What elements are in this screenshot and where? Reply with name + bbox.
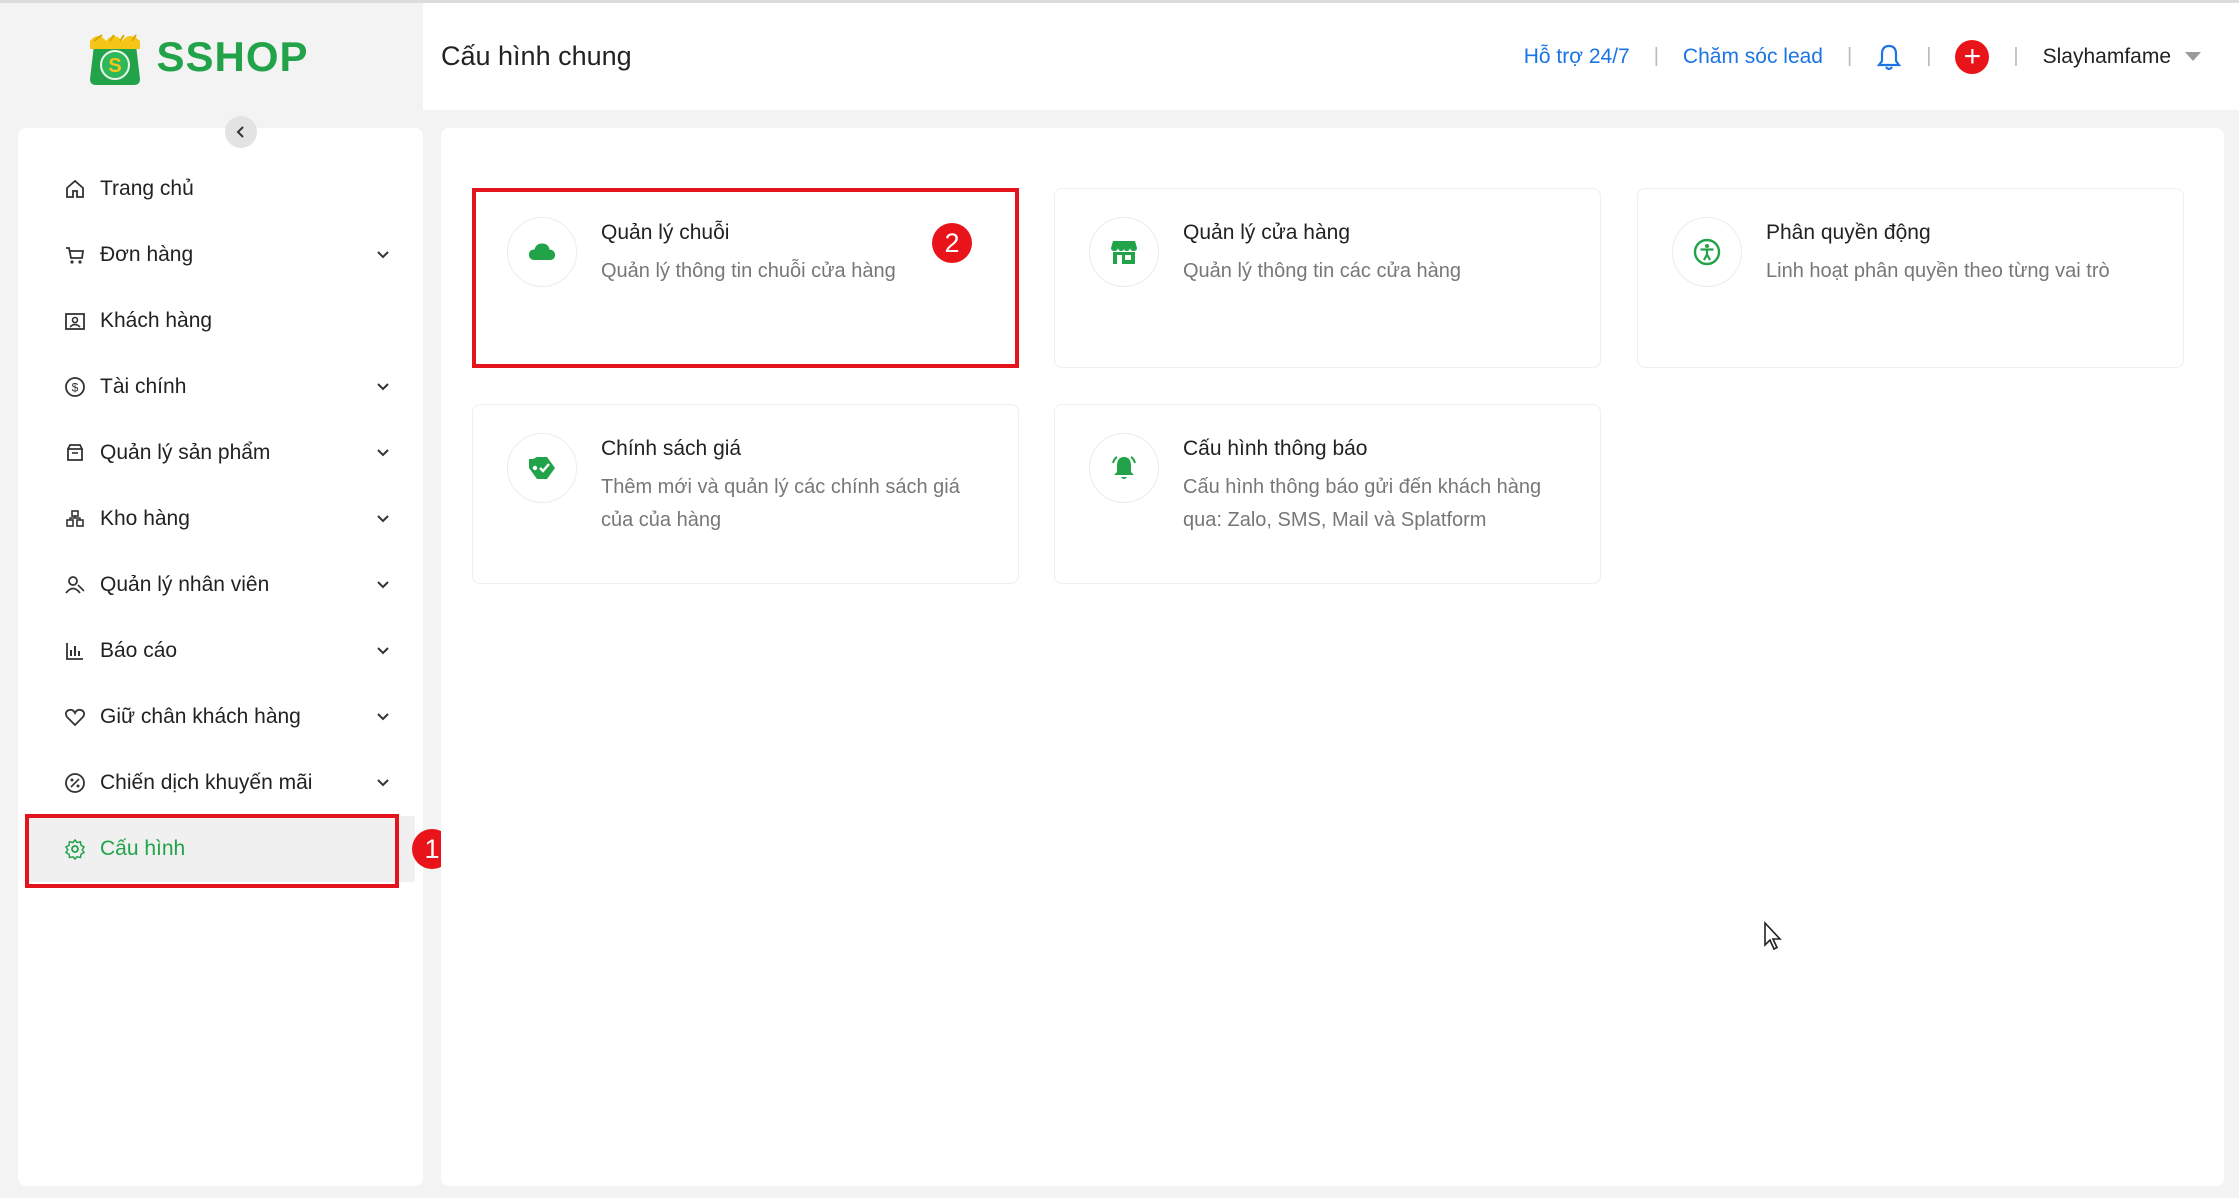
bell-icon[interactable] [1876,43,1902,71]
main-content: Quản lý chuỗi Quản lý thông tin chuỗi cử… [441,128,2224,1186]
caret-down-icon [2185,52,2201,61]
card-title: Cấu hình thông báo [1183,437,1368,460]
cloud-icon [507,217,577,287]
sidebar-item-label: Đơn hàng [100,243,194,266]
sidebar-item-label: Quản lý sản phẩm [100,441,271,464]
sidebar-item-label: Trang chủ [100,177,194,200]
price-tag-icon [507,433,577,503]
mouse-cursor-icon [1764,921,1782,951]
shop-bag-logo-icon: S [90,33,141,85]
accessibility-icon [1672,217,1742,287]
chevron-left-icon [236,126,244,138]
sidebar-item-staff[interactable]: Quản lý nhân viên [18,552,423,618]
divider: | [1847,45,1853,67]
card-title: Quản lý chuỗi [601,221,730,244]
brand-name: SSHOP [156,32,309,80]
brand-area: S SSHOP [0,3,423,110]
card-title: Quản lý cửa hàng [1183,221,1350,244]
card-store-management[interactable]: Quản lý cửa hàng Quản lý thông tin các c… [1054,188,1601,368]
sidebar-item-finance[interactable]: $ Tài chính [18,354,423,420]
divider: | [1926,45,1932,67]
add-button[interactable]: + [1955,39,1990,74]
staff-icon [64,574,86,596]
sidebar-item-warehouse[interactable]: Kho hàng [18,486,423,552]
sidebar-item-settings[interactable]: Cấu hình [25,814,415,888]
chevron-down-icon [373,377,393,397]
chevron-down-icon [373,245,393,265]
sidebar-item-label: Quản lý nhân viên [100,573,270,596]
divider: | [1653,45,1659,67]
discount-icon [64,772,86,794]
sidebar-item-promotions[interactable]: Chiến dịch khuyến mãi [18,750,423,816]
card-description: Cấu hình thông báo gửi đến khách hàng qu… [1183,476,1542,531]
chevron-down-icon [373,509,393,529]
sidebar-item-label: Tài chính [100,375,187,398]
notification-bell-icon [1089,433,1159,503]
sidebar: Trang chủ Đơn hàng Khách hàng $ Tài chín… [18,128,423,1186]
cart-icon [64,244,86,266]
card-dynamic-permissions[interactable]: Phân quyền động Linh hoạt phân quyền the… [1637,188,2184,368]
product-box-icon [64,442,86,464]
home-icon [64,178,86,200]
sidebar-item-label: Khách hàng [100,309,213,332]
user-menu[interactable]: Slayhamfame [2043,45,2201,69]
svg-text:$: $ [72,381,79,395]
card-title: Phân quyền động [1766,221,1931,244]
sidebar-item-label: Báo cáo [100,639,178,662]
user-name: Slayhamfame [2042,44,2171,68]
card-notification-config[interactable]: Cấu hình thông báo Cấu hình thông báo gử… [1054,404,1601,584]
step-badge-2: 2 [932,223,972,263]
chevron-down-icon [373,443,393,463]
sidebar-item-label: Chiến dịch khuyến mãi [100,771,313,794]
page-title: Cấu hình chung [441,41,632,71]
sidebar-item-retention[interactable]: Giữ chân khách hàng [18,684,423,750]
chevron-down-icon [373,773,393,793]
gear-icon [64,838,86,860]
bar-chart-icon [64,640,86,662]
card-chain-management[interactable]: Quản lý chuỗi Quản lý thông tin chuỗi cử… [472,188,1019,368]
card-description: Linh hoạt phân quyền theo từng vai trò [1766,260,2110,282]
sidebar-item-customers[interactable]: Khách hàng [18,288,423,354]
card-price-policy[interactable]: Chính sách giá Thêm mới và quản lý các c… [472,404,1019,584]
store-icon [1089,217,1159,287]
sidebar-collapse-button[interactable] [225,116,257,148]
chevron-down-icon [373,707,393,727]
svg-text:S: S [109,55,122,77]
sidebar-item-label: Cấu hình [100,837,186,860]
chevron-down-icon [373,641,393,661]
card-title: Chính sách giá [601,437,742,460]
divider: | [2013,45,2019,67]
sshop-logo[interactable]: S SSHOP [84,27,308,87]
customer-card-icon [64,310,86,332]
support-link[interactable]: Hỗ trợ 24/7 [1524,45,1630,69]
dollar-circle-icon: $ [64,376,86,398]
chevron-down-icon [373,575,393,595]
sidebar-item-home[interactable]: Trang chủ [18,156,423,222]
card-description: Thêm mới và quản lý các chính sách giá c… [601,476,960,531]
card-description: Quản lý thông tin chuỗi cửa hàng [601,260,896,282]
sidebar-item-orders[interactable]: Đơn hàng [18,222,423,288]
heart-icon [64,706,86,728]
sidebar-item-products[interactable]: Quản lý sản phẩm [18,420,423,486]
card-description: Quản lý thông tin các cửa hàng [1183,260,1462,282]
header-actions: Hỗ trợ 24/7 | Chăm sóc lead | | + | Slay… [1524,39,2201,74]
top-header: Cấu hình chung Hỗ trợ 24/7 | Chăm sóc le… [423,3,2239,110]
sidebar-item-label: Giữ chân khách hàng [100,705,301,728]
lead-care-link[interactable]: Chăm sóc lead [1683,45,1823,69]
warehouse-icon [64,508,86,530]
plus-icon: + [1963,39,1982,73]
sidebar-item-label: Kho hàng [100,507,190,530]
sidebar-item-reports[interactable]: Báo cáo [18,618,423,684]
